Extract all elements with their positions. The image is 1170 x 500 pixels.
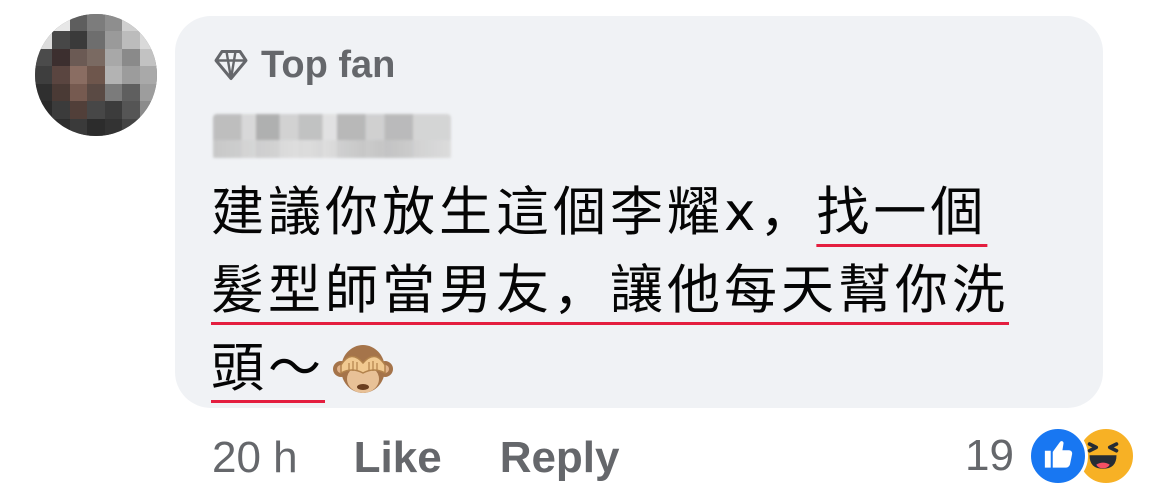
author-name-redacted[interactable]	[213, 114, 451, 158]
comment-bubble: Top fan 建議你放生這個李耀x，找一個 髮型師當男友，讓他每天幫你洗 頭～	[175, 16, 1103, 408]
reaction-count: 19	[965, 431, 1014, 480]
see-no-evil-monkey-icon	[333, 345, 393, 394]
comment-text-underlined: 找一個	[816, 182, 988, 243]
top-fan-label: Top fan	[261, 43, 396, 86]
avatar[interactable]	[35, 14, 157, 136]
reply-button[interactable]: Reply	[500, 433, 620, 483]
like-icon	[1028, 426, 1088, 486]
top-fan-badge[interactable]: Top fan	[213, 44, 395, 86]
comment-line-3: 頭～	[211, 330, 1081, 408]
diamond-icon	[214, 50, 248, 80]
comment-line-2: 髮型師當男友，讓他每天幫你洗	[211, 252, 1081, 330]
avatar-pixelated-image	[35, 14, 157, 136]
like-button[interactable]: Like	[354, 433, 442, 483]
comment-text: 建議你放生這個李耀x，找一個 髮型師當男友，讓他每天幫你洗 頭～	[211, 174, 1081, 408]
comment-text-underlined: 髮型師當男友，讓他每天幫你洗	[211, 260, 1009, 321]
comment-line-1: 建議你放生這個李耀x，找一個	[211, 174, 1081, 252]
reactions-summary[interactable]: 19	[965, 426, 1136, 486]
comment-text-segment: 建議你放生這個李耀x，	[211, 182, 817, 243]
comment-timestamp[interactable]: 20 h	[212, 433, 298, 483]
comment-text-underlined: 頭～	[211, 338, 325, 399]
comment-actions: 20 h Like Reply	[212, 428, 678, 488]
